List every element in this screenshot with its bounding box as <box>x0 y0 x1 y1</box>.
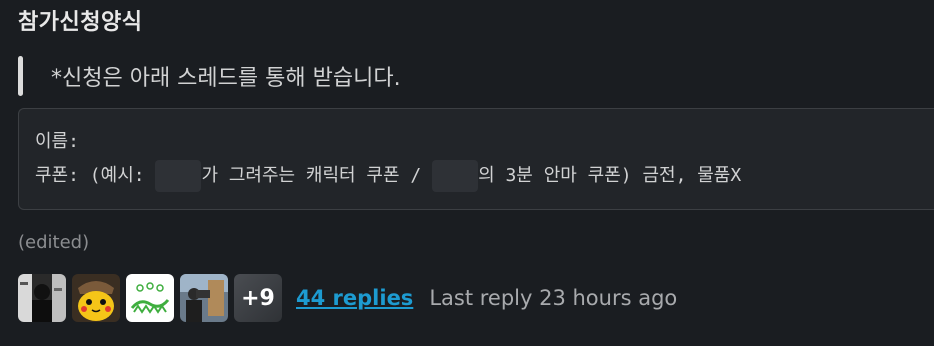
code-block: 이름: 쿠폰: (예시: 가 그려주는 캐릭터 쿠폰 / 의 3분 안마 쿠폰)… <box>18 108 934 210</box>
green-drawing-avatar[interactable] <box>126 274 174 322</box>
blockquote: *신청은 아래 스레드를 통해 받습니다. <box>18 56 401 96</box>
quote-text: *신청은 아래 스레드를 통해 받습니다. <box>51 66 401 91</box>
edited-label: (edited) <box>18 232 90 253</box>
pikachu-detective-avatar[interactable] <box>72 274 120 322</box>
code-line-coupon-prefix: 쿠폰: (예시: <box>35 165 156 186</box>
code-line-name: 이름: <box>35 125 934 159</box>
redacted-name-1 <box>155 160 202 192</box>
code-line-coupon-middle: 가 그려주는 캐릭터 쿠폰 / <box>201 165 433 186</box>
person-photo-avatar[interactable] <box>18 274 66 322</box>
quote-bar <box>18 56 23 96</box>
replies-link[interactable]: 44 replies <box>296 286 413 310</box>
reply-avatars[interactable]: +9 <box>18 274 282 322</box>
last-reply-time: Last reply 23 hours ago <box>429 286 678 310</box>
thread-summary[interactable]: +9 44 replies Last reply 23 hours ago <box>18 274 677 322</box>
message-heading: 참가신청양식 <box>18 10 143 35</box>
code-line-coupon-suffix: 의 3분 안마 쿠폰) 금전, 물품X <box>478 165 742 186</box>
code-line-name-text: 이름: <box>35 131 79 152</box>
camera-crew-avatar[interactable] <box>180 274 228 322</box>
more-avatars-count[interactable]: +9 <box>234 274 282 322</box>
code-line-coupon: 쿠폰: (예시: 가 그려주는 캐릭터 쿠폰 / 의 3분 안마 쿠폰) 금전,… <box>35 159 934 193</box>
redacted-name-2 <box>432 160 479 192</box>
